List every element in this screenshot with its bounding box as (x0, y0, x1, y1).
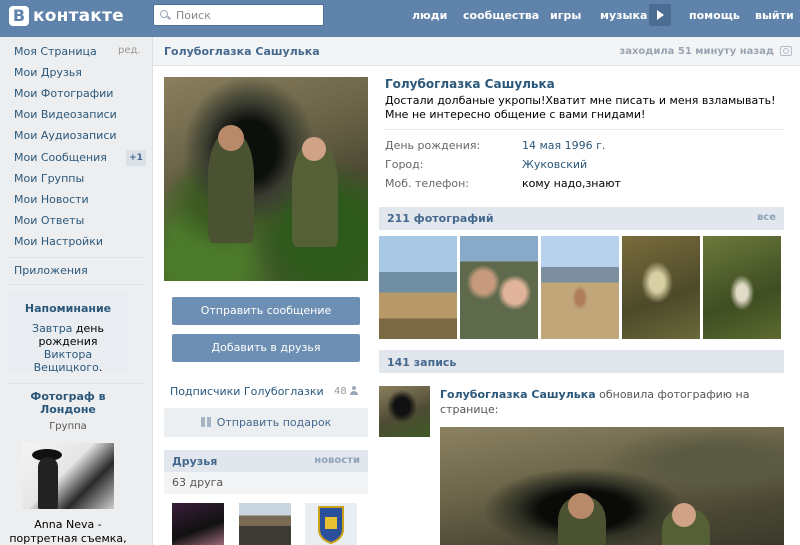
sidebar-item-audios[interactable]: Мои Аудиозаписи (14, 129, 117, 142)
profile-main: Голубоглазка Сашулька заходила 51 минуту… (152, 37, 800, 545)
photos-all-link[interactable]: все (757, 212, 776, 223)
city-label: Город: (385, 158, 424, 171)
reminder-title: Напоминание (24, 302, 112, 315)
photos-count-title[interactable]: 211 фотографий (387, 212, 494, 225)
friends-title[interactable]: Друзья (172, 455, 217, 468)
post-author-avatar[interactable] (379, 386, 430, 437)
photo-thumbnail[interactable] (379, 236, 457, 339)
mobile-icon (780, 46, 792, 56)
ad-text[interactable]: Anna Neva - портретная съемка, (8, 518, 128, 545)
birthday-reminder: Напоминание Завтра день рождения Виктора… (8, 292, 128, 374)
subscribers-count: 48 (334, 386, 347, 397)
photo-face (218, 125, 244, 151)
profile-avatar[interactable] (164, 77, 368, 281)
sidebar-item-videos[interactable]: Мои Видеозаписи (14, 108, 117, 121)
friends-news-link[interactable]: новости (314, 455, 360, 466)
ad-title[interactable]: Фотограф в Лондоне (8, 390, 128, 416)
friends-header[interactable]: Друзья новости (164, 450, 368, 472)
reminder-period: . (98, 361, 103, 374)
page-title: Голубоглазка Сашулька (164, 45, 320, 58)
phone-value: кому надо,знают (522, 177, 621, 190)
search-input[interactable] (176, 8, 316, 22)
vk-logo[interactable]: В контакте (9, 5, 124, 27)
photos-header[interactable]: 211 фотографий все (379, 207, 784, 230)
last-seen-status: заходила 51 минуту назад (619, 46, 774, 57)
ad-subtitle: Группа (49, 421, 87, 432)
play-icon[interactable] (649, 4, 671, 26)
sidebar-divider (8, 284, 145, 285)
nav-games[interactable]: игры (550, 0, 581, 30)
photo-thumbnail[interactable] (703, 236, 781, 339)
send-gift-button[interactable]: Отправить подарок (164, 408, 368, 437)
subscribers-link[interactable]: Подписчики Голубоглазки (170, 385, 360, 398)
birthday-value[interactable]: 14 мая 1996 г. (522, 139, 605, 152)
friend-avatar[interactable] (305, 503, 357, 545)
birthday-label: День рождения: (385, 139, 481, 152)
reminder-body: Завтра день рождения Виктора Вещицкого. (14, 322, 122, 374)
friend-avatar[interactable] (172, 503, 224, 545)
add-friend-button[interactable]: Добавить в друзья (172, 334, 360, 362)
sidebar-divider (8, 383, 145, 384)
subscribers-icon (350, 386, 359, 395)
sidebar-item-friends[interactable]: Мои Друзья (14, 66, 82, 79)
sidebar-item-answers[interactable]: Мои Ответы (14, 214, 84, 227)
nav-help[interactable]: помощь (689, 0, 740, 30)
sidebar-item-messages[interactable]: Мои Сообщения (14, 151, 107, 164)
send-gift-label: Отправить подарок (216, 416, 332, 429)
ad-image[interactable] (22, 443, 114, 509)
post-header: Голубоглазка Сашулька обновила фотографи… (440, 387, 770, 417)
sidebar-item-settings[interactable]: Мои Настройки (14, 235, 103, 248)
sidebar-item-groups[interactable]: Мои Группы (14, 172, 84, 185)
phone-label: Моб. телефон: (385, 177, 470, 190)
sidebar-item-photos[interactable]: Мои Фотографии (14, 87, 113, 100)
nav-music[interactable]: музыка (600, 0, 647, 30)
wall-count-title[interactable]: 141 запись (387, 356, 456, 369)
photo-face (672, 503, 696, 527)
friends-count[interactable]: 63 друга (164, 472, 368, 494)
friend-avatar[interactable] (239, 503, 291, 545)
photo-thumbnail[interactable] (460, 236, 538, 339)
photo-thumbnail[interactable] (541, 236, 619, 339)
reminder-tomorrow-link[interactable]: Завтра (32, 322, 72, 335)
sidebar-divider (8, 257, 145, 258)
nav-logout[interactable]: выйти (755, 0, 794, 30)
post-author-link[interactable]: Голубоглазка Сашулька (440, 388, 596, 401)
nav-people[interactable]: люди (412, 0, 447, 30)
city-value[interactable]: Жуковский (522, 158, 587, 171)
send-message-button[interactable]: Отправить сообщение (172, 297, 360, 325)
nav-communities[interactable]: сообщества (463, 0, 539, 30)
search-box[interactable] (153, 4, 324, 26)
photo-face (568, 493, 594, 519)
top-header: В контакте люди сообщества игры музыка п… (0, 0, 800, 37)
messages-count-badge[interactable]: +1 (126, 150, 146, 166)
profile-status[interactable]: Достали долбаные укропы!Хватит мне писат… (385, 94, 783, 122)
profile-name: Голубоглазка Сашулька (385, 77, 555, 91)
profile-titlebar: Голубоглазка Сашулька заходила 51 минуту… (153, 37, 800, 66)
vk-logo-icon: В (9, 6, 29, 26)
photo-face (302, 137, 326, 161)
vk-logo-text: контакте (33, 6, 124, 26)
search-icon (160, 10, 170, 20)
sidebar-edit-link[interactable]: ред. (118, 45, 141, 56)
sidebar-item-apps[interactable]: Приложения (14, 264, 88, 277)
info-divider (385, 129, 783, 130)
reminder-person-link[interactable]: Виктора Вещицкого (34, 348, 99, 374)
sidebar-item-news[interactable]: Мои Новости (14, 193, 89, 206)
gift-icon (200, 417, 211, 427)
coat-of-arms-icon (318, 506, 344, 545)
wall-header[interactable]: 141 запись (379, 350, 784, 373)
photo-thumbnail[interactable] (622, 236, 700, 339)
sidebar-item-my-page[interactable]: Моя Страница (14, 45, 97, 58)
post-photo[interactable] (440, 427, 784, 545)
